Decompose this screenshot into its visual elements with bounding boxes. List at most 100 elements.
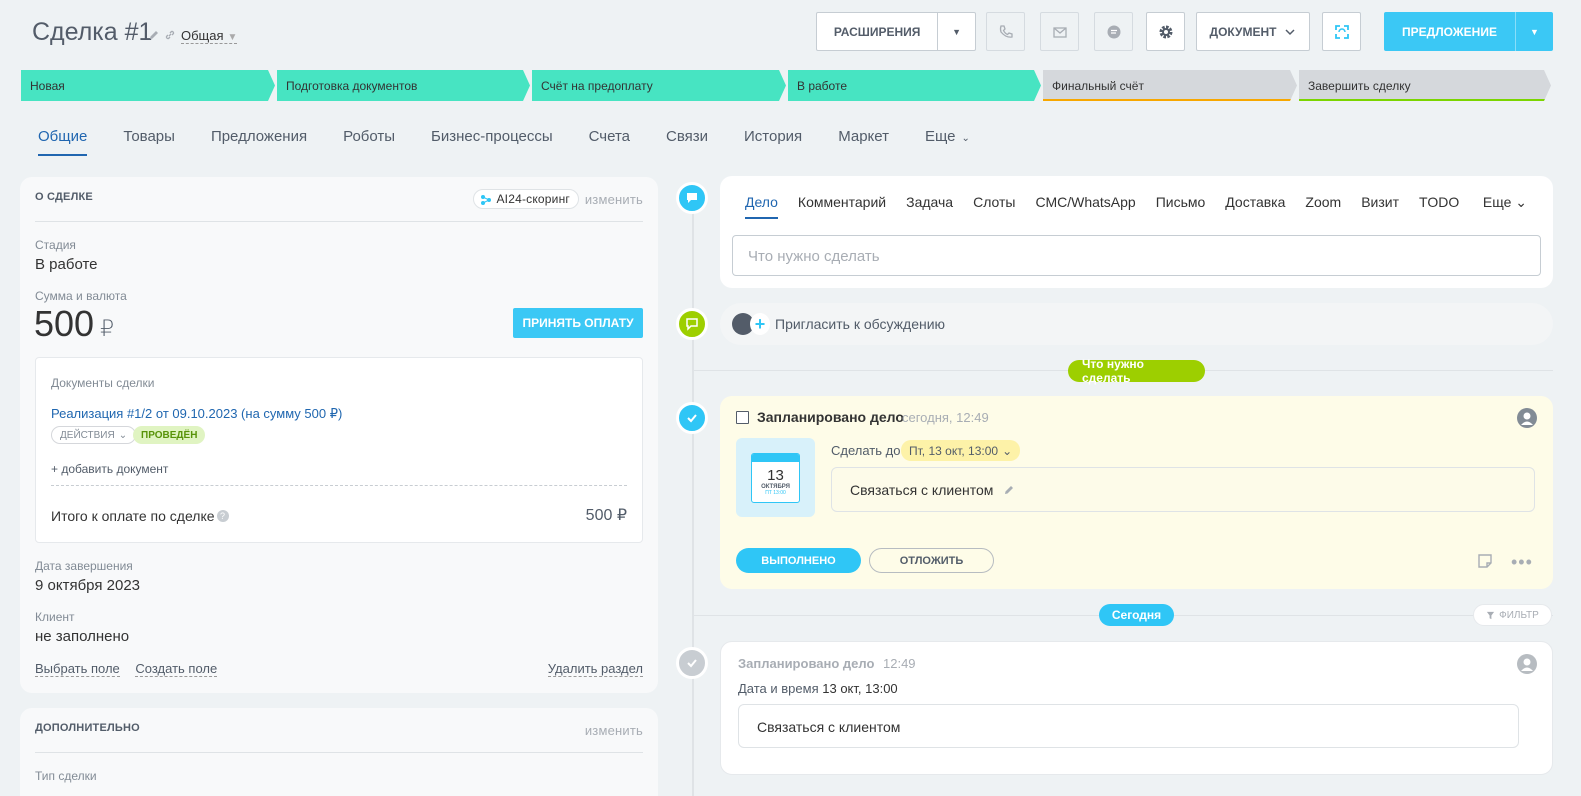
sync-button[interactable] (1322, 12, 1361, 51)
pencil-icon[interactable] (1003, 484, 1015, 496)
deal-type-label: Тип сделки (35, 769, 97, 783)
stage-value[interactable]: В работе (35, 256, 98, 273)
tab-task[interactable]: Задача (906, 194, 953, 219)
create-field-link[interactable]: Создать поле (135, 661, 218, 677)
caret-down-icon[interactable]: ▼ (937, 13, 975, 50)
client-label: Клиент (35, 610, 75, 624)
filter-button[interactable]: ФИЛЬТР (1473, 604, 1552, 626)
check-icon (687, 414, 697, 423)
user-icon[interactable] (1517, 654, 1537, 674)
ai-scoring-badge[interactable]: AI24-скоринг (473, 189, 579, 209)
close-date-value[interactable]: 9 октября 2023 (35, 577, 140, 594)
tab-comment[interactable]: Комментарий (798, 194, 886, 219)
invite-label: Пригласить к обсуждению (775, 316, 946, 332)
select-field-link[interactable]: Выбрать поле (35, 661, 120, 677)
deadline-value: Пт, 13 окт, 13:00 (909, 443, 999, 458)
tab-general[interactable]: Общие (38, 128, 88, 156)
activity-time: сегодня, 12:49 (902, 410, 989, 425)
pencil-icon[interactable] (148, 28, 160, 46)
document-actions-dropdown[interactable]: ДЕЙСТВИЯ ⌄ (51, 426, 137, 444)
postpone-button[interactable]: ОТЛОЖИТЬ (869, 548, 994, 573)
calendar-icon: 13 ОКТЯБРЯ ПТ 13:00 (736, 438, 815, 517)
settings-button[interactable] (1146, 12, 1185, 51)
tab-relations[interactable]: Связи (666, 128, 708, 156)
filter-icon (1487, 611, 1495, 619)
tab-activity[interactable]: Дело (745, 194, 778, 219)
tab-robots[interactable]: Роботы (343, 128, 395, 156)
chevron-down-icon (1285, 28, 1296, 35)
caret-down-icon: ▼ (227, 32, 238, 43)
extensions-label: РАСШИРЕНИЯ (833, 24, 921, 39)
section-title: ДОПОЛНИТЕЛЬНО (35, 722, 140, 734)
email-button[interactable] (1040, 12, 1079, 51)
messenger-button[interactable] (1094, 12, 1133, 51)
plus-icon: + (750, 313, 770, 335)
caret-down-icon[interactable]: ▼ (1515, 12, 1553, 51)
tab-visit[interactable]: Визит (1361, 194, 1399, 219)
category-selector[interactable]: Общая ▼ (181, 28, 238, 44)
change-link[interactable]: изменить (585, 192, 643, 207)
change-link[interactable]: изменить (585, 723, 643, 738)
tab-sms[interactable]: СМС/WhatsApp (1035, 194, 1135, 219)
tab-todo[interactable]: TODO (1419, 194, 1459, 219)
divider (51, 485, 627, 486)
extra-card-header: ДОПОЛНИТЕЛЬНО изменить (35, 722, 643, 753)
complete-checkbox[interactable] (736, 411, 749, 424)
tab-email[interactable]: Письмо (1156, 194, 1206, 219)
amount-value[interactable]: 500 ₽ (34, 303, 114, 345)
call-button[interactable] (986, 12, 1025, 51)
tab-products[interactable]: Товары (123, 128, 175, 156)
total-value: 500 ₽ (585, 507, 627, 524)
stage-in-progress[interactable]: В работе (788, 70, 1041, 101)
help-icon[interactable]: ? (216, 510, 229, 522)
stage-finish-deal[interactable]: Завершить сделку (1299, 70, 1551, 101)
amount-number: 500 (34, 303, 95, 344)
description-text: Связаться с клиентом (850, 481, 994, 498)
tab-zoom[interactable]: Zoom (1305, 194, 1341, 219)
scheduled-dot (676, 402, 708, 434)
main-tabs: Общие Товары Предложения Роботы Бизнес-п… (38, 128, 1006, 156)
deadline-picker[interactable]: Пт, 13 окт, 13:00 ⌄ (901, 440, 1021, 461)
document-link[interactable]: Реализация #1/2 от 09.10.2023 (на сумму … (51, 406, 342, 422)
todo-input[interactable]: Что нужно сделать (732, 235, 1541, 276)
todo-section-pill: Что нужно сделать (1068, 357, 1205, 385)
tab-offers[interactable]: Предложения (211, 128, 307, 156)
tab-market[interactable]: Маркет (838, 128, 889, 156)
stage-final-invoice[interactable]: Финальный счёт (1043, 70, 1297, 101)
activity-title: Запланировано дело (757, 409, 904, 425)
tab-history[interactable]: История (744, 128, 802, 156)
activity-description[interactable]: Связаться с клиентом (831, 467, 1535, 512)
tab-invoices[interactable]: Счета (589, 128, 630, 156)
scheduled-activity-card: Запланировано дело сегодня, 12:49 13 ОКТ… (720, 396, 1553, 589)
accept-payment-button[interactable]: ПРИНЯТЬ ОПЛАТУ (513, 308, 643, 338)
document-label: ДОКУМЕНТ (1209, 24, 1277, 39)
mail-icon (1052, 26, 1067, 38)
filter-label: ФИЛЬТР (1499, 609, 1539, 621)
history-time: 12:49 (883, 656, 916, 671)
datetime-label: Дата и время (738, 681, 819, 696)
stage-prepay-invoice[interactable]: Счёт на предоплату (532, 70, 786, 101)
link-icon[interactable] (164, 28, 176, 46)
tab-business-processes[interactable]: Бизнес-процессы (431, 128, 553, 156)
tab-slots[interactable]: Слоты (973, 194, 1015, 219)
client-value[interactable]: не заполнено (35, 628, 129, 645)
more-icon[interactable]: ••• (1511, 552, 1533, 573)
documents-label: Документы сделки (51, 376, 155, 390)
stage-docs-prep[interactable]: Подготовка документов (277, 70, 530, 101)
document-button[interactable]: ДОКУМЕНТ (1196, 12, 1310, 51)
note-icon[interactable] (1477, 553, 1493, 574)
tab-delivery[interactable]: Доставка (1225, 194, 1285, 219)
title-icons (148, 28, 176, 46)
tab-more[interactable]: Еще ⌄ (925, 128, 970, 156)
done-button[interactable]: ВЫПОЛНЕНО (736, 548, 861, 573)
stage-new[interactable]: Новая (21, 70, 275, 101)
invite-to-discussion[interactable]: + Пригласить к обсуждению (720, 303, 1553, 345)
add-document-link[interactable]: + добавить документ (51, 462, 168, 476)
editor-more-menu[interactable]: Еще ⌄ (1483, 194, 1527, 211)
ai-scoring-label: AI24-скоринг (496, 192, 570, 206)
delete-section-link[interactable]: Удалить раздел (547, 661, 643, 677)
user-icon[interactable] (1517, 408, 1537, 428)
more-label: Еще (1482, 194, 1512, 210)
offer-button[interactable]: ПРЕДЛОЖЕНИЕ ▼ (1384, 12, 1553, 51)
extensions-button[interactable]: РАСШИРЕНИЯ ▼ (816, 12, 976, 51)
